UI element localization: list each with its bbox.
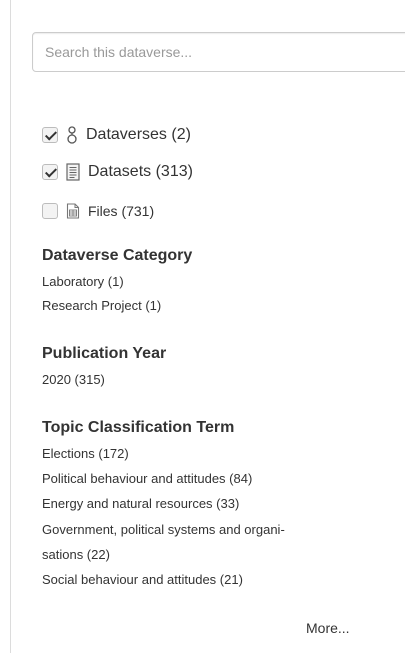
dataset-icon	[66, 163, 80, 181]
filter-files[interactable]: Files (731)	[42, 199, 154, 223]
dataverse-icon	[66, 126, 78, 144]
search-box[interactable]	[32, 32, 405, 72]
facet-item-energy-resources[interactable]: Energy and natural resources (33)	[42, 496, 239, 511]
facet-title-dataverse-category: Dataverse Category	[42, 247, 193, 264]
filter-datasets[interactable]: Datasets (313)	[42, 160, 193, 184]
facet-item-government-systems-cont[interactable]: sations (22)	[42, 547, 110, 562]
files-checkbox[interactable]	[42, 203, 58, 219]
facet-item-research-project[interactable]: Research Project (1)	[42, 298, 161, 313]
more-link[interactable]: More...	[306, 620, 350, 636]
datasets-filter-label: Datasets (313)	[88, 163, 193, 180]
facet-title-publication-year: Publication Year	[42, 345, 167, 362]
facet-item-elections[interactable]: Elections (172)	[42, 446, 129, 461]
facet-item-social-behaviour[interactable]: Social behaviour and attitudes (21)	[42, 572, 243, 587]
facet-item-government-systems[interactable]: Government, political systems and organi…	[42, 522, 285, 537]
file-icon	[66, 203, 80, 219]
facet-item-2020[interactable]: 2020 (315)	[42, 372, 105, 387]
datasets-checkbox[interactable]	[42, 164, 58, 180]
files-filter-label: Files (731)	[88, 203, 155, 219]
dataverses-filter-label: Dataverses (2)	[86, 126, 191, 143]
filter-dataverses[interactable]: Dataverses (2)	[42, 123, 191, 147]
search-input[interactable]	[33, 33, 405, 71]
facet-item-political-behaviour[interactable]: Political behaviour and attitudes (84)	[42, 471, 252, 486]
dataverses-checkbox[interactable]	[42, 127, 58, 143]
facet-item-laboratory[interactable]: Laboratory (1)	[42, 274, 124, 289]
facet-title-topic-classification: Topic Classification Term	[42, 419, 235, 436]
